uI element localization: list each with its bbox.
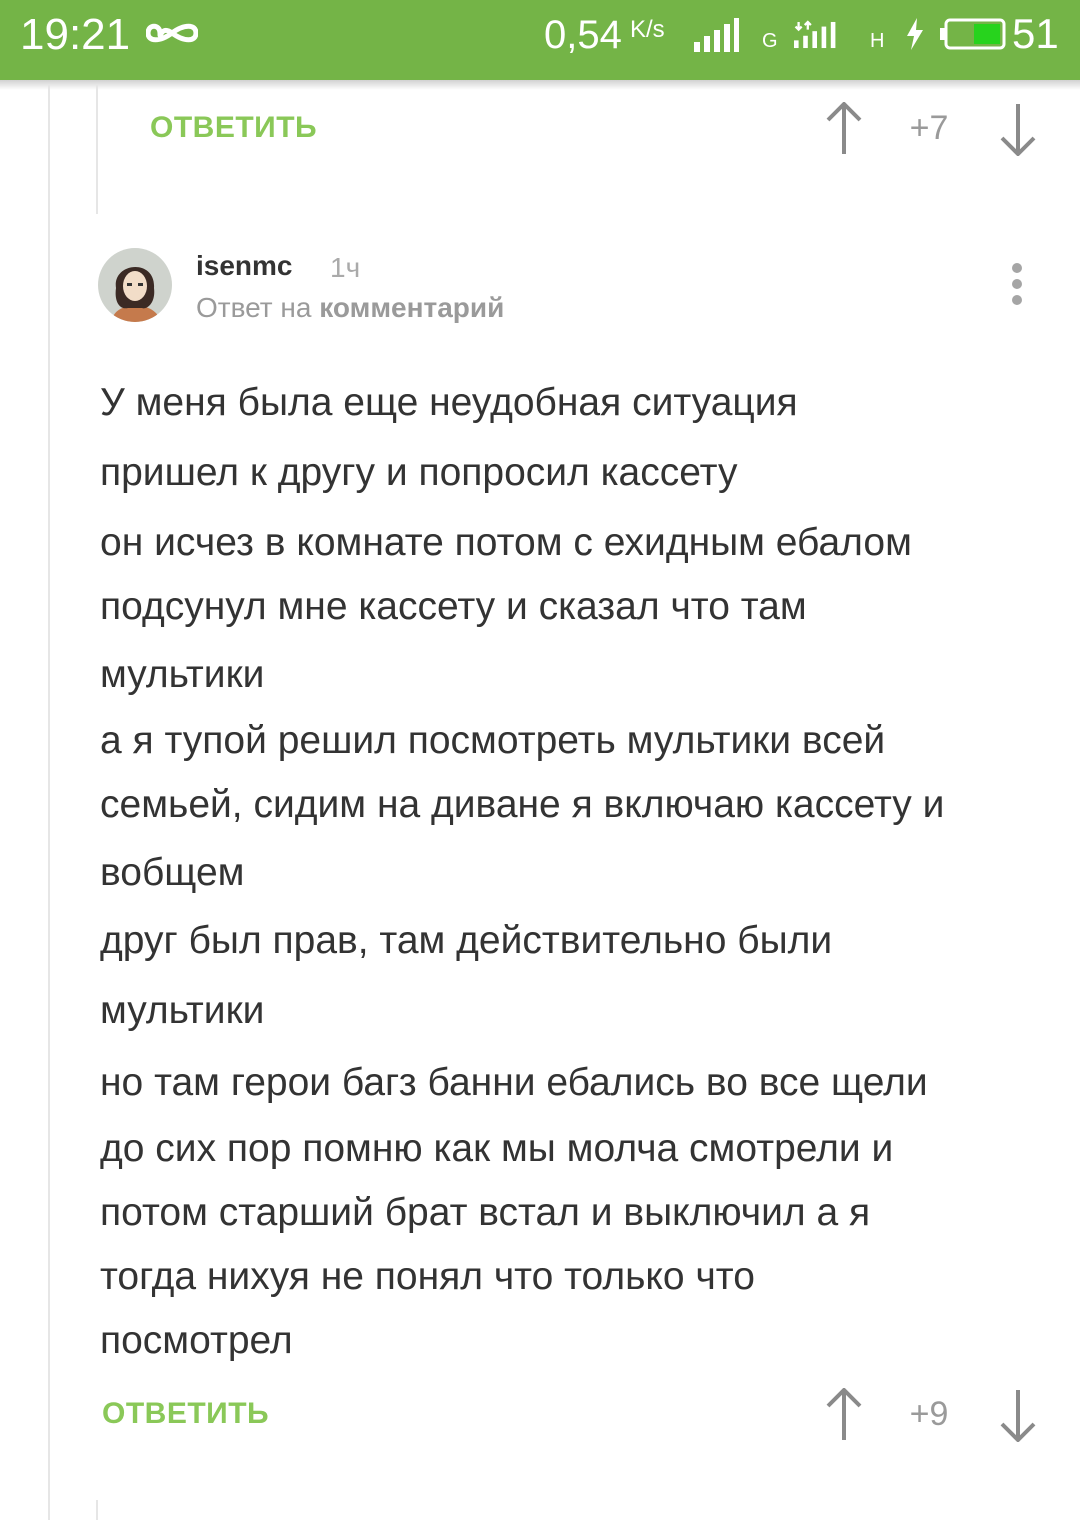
rating-count: +9 (909, 1395, 949, 1433)
comment-text-line: но там герои багз банни ебались во все щ… (100, 1061, 928, 1104)
reply-to-link[interactable]: комментарий (319, 292, 504, 323)
network-speed: 0,54 (544, 13, 622, 57)
comment-time: 1ч (330, 252, 361, 283)
user-avatar-image (98, 248, 172, 322)
reply-button[interactable]: ОТВЕТИТЬ (102, 1394, 269, 1434)
reply-to-prefix: Ответ на (196, 292, 312, 323)
network-type-label: G (762, 30, 778, 52)
status-time: 19:21 (20, 10, 131, 59)
comment-text-line: пришел к другу и попросил кассету (100, 451, 738, 494)
comment-text-line: семьей, сидим на диване я включаю кассет… (100, 783, 945, 826)
signal-strength-icon (694, 18, 739, 52)
comment-text-line: он исчез в комнате потом с ехидным ебало… (100, 521, 912, 564)
reply-button[interactable]: ОТВЕТИТЬ (150, 108, 317, 148)
avatar[interactable] (98, 248, 172, 322)
thread-line (96, 1500, 98, 1520)
network-type-label: H (870, 30, 885, 52)
comment-text-line: подсунул мне кассету и сказал что там (100, 585, 807, 628)
comment-text-line: а я тупой решил посмотреть мультики всей (100, 719, 886, 762)
infinity-icon (146, 23, 198, 43)
comment-text-line: мультики (100, 653, 265, 696)
reply-to-label: Ответ на комментарий (196, 292, 504, 324)
comment-text-line: посмотрел (100, 1319, 293, 1362)
thread-line (48, 84, 50, 1520)
comment-text-line: друг был прав, там действительно были (100, 919, 833, 962)
comment-actions: ОТВЕТИТЬ +9 (0, 1376, 1080, 1456)
arrow-down-icon[interactable] (998, 102, 1038, 156)
username[interactable]: isenmc (196, 250, 293, 282)
battery-icon (940, 18, 1006, 50)
comment-actions: ОТВЕТИТЬ +7 (0, 90, 1080, 170)
comment-text-line: потом старший брат встал и выключил а я (100, 1191, 871, 1234)
arrow-up-icon[interactable] (824, 1388, 864, 1442)
comment-text-line: тогда нихуя не понял что только что (100, 1255, 755, 1298)
comment-text-line: вобщем (100, 851, 245, 894)
comment-body: У меня была еще неудобная ситуация прише… (100, 370, 1050, 1374)
more-vertical-icon[interactable] (1002, 260, 1032, 314)
arrow-down-icon[interactable] (998, 1388, 1038, 1442)
signal-strength-icon (794, 20, 836, 49)
comment-text-line: до сих пор помню как мы молча смотрели и (100, 1127, 894, 1170)
charging-icon (907, 18, 923, 50)
comment-text-line: У меня была еще неудобная ситуация (100, 381, 798, 424)
comment-text-line: мультики (100, 989, 265, 1032)
network-speed-unit: K/s (630, 16, 665, 43)
status-bar: 19:21 0,54 K/s G H 51 (0, 0, 1080, 90)
battery-level: 51 (1012, 10, 1059, 57)
arrow-up-icon[interactable] (824, 102, 864, 156)
rating-count: +7 (909, 109, 949, 147)
